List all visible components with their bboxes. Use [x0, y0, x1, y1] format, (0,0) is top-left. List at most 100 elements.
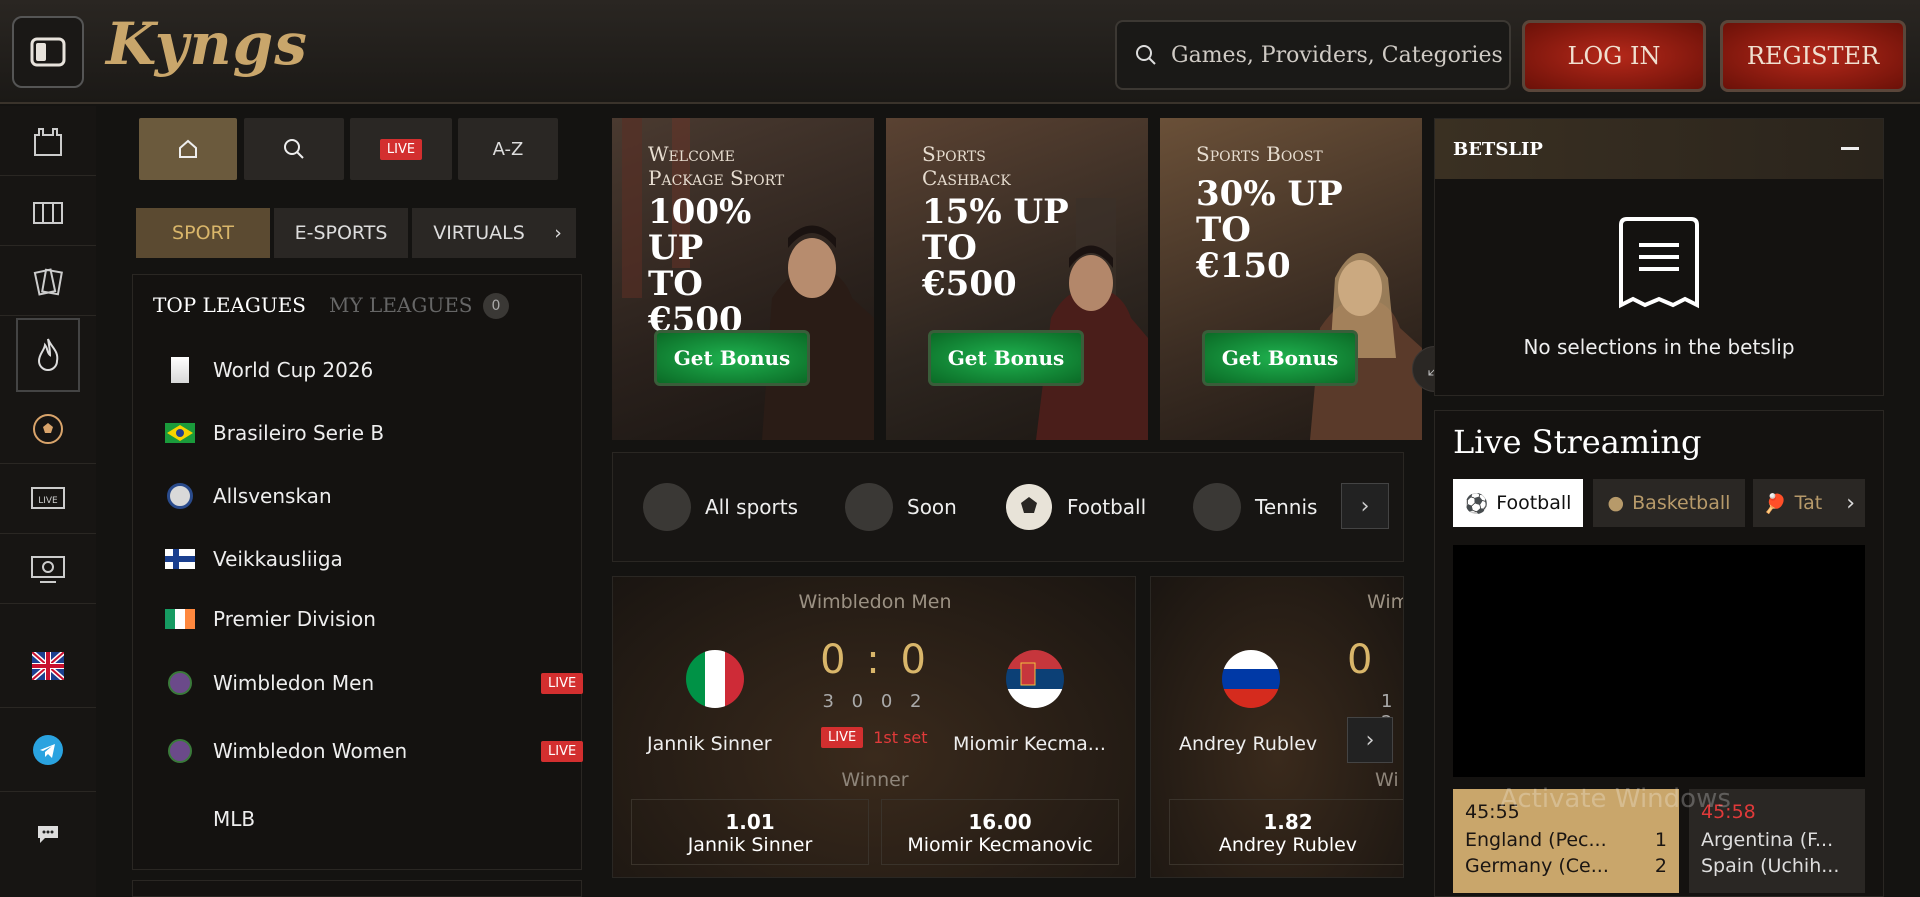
stream-player[interactable] — [1453, 545, 1865, 777]
az-button[interactable]: A-Z — [458, 118, 558, 180]
live-streaming-panel: Live Streaming ⚽ Football ● Basketball 🏓 Ta… — [1434, 410, 1884, 897]
get-bonus-button[interactable]: Get Bonus — [928, 330, 1084, 386]
nav-sports[interactable] — [0, 394, 96, 464]
tab-top-leagues[interactable]: TOP LEAGUES — [153, 293, 306, 317]
banner-offer: 100% UP TO €500 — [648, 192, 752, 340]
chevron-right-icon[interactable]: › — [1846, 491, 1855, 516]
odd-button[interactable]: 1.01 Jannik Sinner — [631, 799, 869, 865]
stream-tab-table-tennis[interactable]: 🏓 Tat › — [1753, 479, 1865, 527]
stream-tab-football[interactable]: ⚽ Football — [1453, 479, 1583, 527]
sports-next-button[interactable]: › — [1341, 483, 1389, 529]
match-next-button[interactable]: › — [1347, 717, 1393, 763]
tab-my-leagues[interactable]: MY LEAGUES — [329, 293, 473, 317]
set-scores: 3 0 0 2 — [822, 691, 928, 712]
logo[interactable]: Kyngs — [106, 10, 308, 78]
register-button[interactable]: REGISTER — [1720, 20, 1906, 92]
league-item[interactable]: World Cup 2026 — [165, 357, 373, 383]
sports-panel: LIVE A-Z SPORT E-SPORTS VIRTUALS › TOP L… — [132, 118, 584, 897]
tabs-next-button[interactable]: › — [540, 208, 576, 258]
nav-virtual[interactable] — [0, 534, 96, 604]
sidebar-icon — [30, 37, 66, 67]
league-name: Premier Division — [213, 607, 376, 631]
home-button[interactable] — [139, 118, 237, 180]
leagues-list: TOP LEAGUES MY LEAGUES 0 World Cup 2026 … — [132, 274, 584, 870]
cards-icon — [33, 267, 63, 296]
league-name: Wimbledon Women — [213, 739, 408, 763]
league-item[interactable]: Premier Division — [165, 607, 376, 631]
match-card[interactable]: Wimble 0 1 2 Andrey Rublev › Wi 1.82Andr… — [1150, 576, 1404, 878]
uk-flag-icon — [32, 651, 64, 680]
sport-football[interactable]: Football — [1005, 483, 1146, 531]
league-name: Allsvenskan — [213, 484, 332, 508]
league-item[interactable]: Allsvenskan — [165, 483, 332, 509]
nav-hot[interactable] — [16, 318, 80, 392]
league-item[interactable]: Wimbledon Men LIVE — [165, 671, 584, 695]
promo-banner-cashback[interactable]: Sports Cashback 15% UP TO €500 Get Bonus — [886, 118, 1148, 440]
sport-all[interactable]: All sports — [643, 483, 798, 531]
football-icon — [33, 413, 63, 444]
live-button[interactable]: LIVE — [350, 118, 452, 180]
banner-offer: 15% UP TO €500 — [922, 192, 1069, 304]
brazil-flag-icon — [165, 423, 195, 443]
allsvenskan-icon — [167, 483, 193, 509]
wimbledon-icon — [168, 671, 192, 695]
get-bonus-button[interactable]: Get Bonus — [654, 330, 810, 386]
match-league: Wimble — [1367, 591, 1403, 613]
match-card[interactable]: Wimbledon Men 0 : 0 3 0 0 2 LIVE 1st set … — [612, 576, 1136, 878]
finland-flag-icon — [165, 549, 195, 569]
tab-virtuals[interactable]: VIRTUALS — [412, 208, 546, 258]
soon-icon — [845, 483, 893, 531]
nav-casino[interactable] — [0, 176, 96, 246]
nav-live[interactable]: LIVE — [0, 464, 96, 534]
all-sports-icon — [643, 483, 691, 531]
mlb-icon — [165, 809, 195, 829]
receipt-icon — [1619, 217, 1699, 309]
football-icon: ⚽ — [1464, 492, 1489, 515]
telegram-icon — [33, 734, 63, 765]
promo-banner-boost[interactable]: Sports Boost 30% UP TO €150 Get Bonus — [1160, 118, 1422, 440]
castle-icon — [34, 127, 62, 156]
live-streaming-title: Live Streaming — [1453, 423, 1702, 461]
nav-cards[interactable] — [0, 246, 96, 316]
league-item[interactable]: Brasileiro Serie B — [165, 421, 384, 445]
match-score: 0 — [1347, 637, 1373, 683]
match-status: LIVE 1st set — [821, 727, 928, 748]
sport-tennis[interactable]: Tennis — [1193, 483, 1317, 531]
search-input[interactable]: Games, Providers, Categories — [1171, 43, 1503, 68]
russia-flag-icon — [1222, 650, 1280, 708]
chat-icon — [38, 826, 58, 843]
login-button[interactable]: LOG IN — [1522, 20, 1706, 92]
league-name: Brasileiro Serie B — [213, 421, 385, 445]
league-name: MLB — [213, 807, 256, 831]
nav-castle[interactable] — [0, 106, 96, 176]
fifa-icon — [171, 357, 189, 383]
sport-soon[interactable]: Soon — [845, 483, 957, 531]
banner-title: Welcome Package Sport — [648, 142, 785, 190]
nav-telegram[interactable] — [0, 708, 96, 792]
live-badge: LIVE — [541, 672, 584, 694]
match-league: Wimbledon Men — [798, 591, 952, 613]
league-item[interactable]: Wimbledon Women LIVE — [165, 739, 584, 763]
promo-banner-welcome[interactable]: Welcome Package Sport 100% UP TO €500 Get… — [612, 118, 874, 440]
league-name: Wimbledon Men — [213, 671, 375, 695]
league-item[interactable]: Veikkausliiga — [165, 547, 343, 571]
odd-button[interactable]: 16.00 Miomir Kecmanovic — [881, 799, 1119, 865]
betslip-empty-text: No selections in the betslip — [1523, 335, 1795, 359]
league-item[interactable]: MLB — [165, 807, 255, 831]
market-label: Winner — [841, 769, 909, 791]
nav-language[interactable] — [0, 624, 96, 708]
search-box[interactable]: Games, Providers, Categories — [1115, 20, 1511, 90]
nav-chat[interactable] — [0, 792, 96, 876]
collapse-icon[interactable] — [1841, 147, 1859, 150]
get-bonus-button[interactable]: Get Bonus — [1202, 330, 1358, 386]
header: Kyngs Games, Providers, Categories LOG I… — [0, 0, 1920, 104]
football-icon — [1006, 484, 1052, 530]
tab-esports[interactable]: E-SPORTS — [274, 208, 408, 258]
odd-button[interactable]: 1.82 Andrey Rublev — [1169, 799, 1403, 865]
tab-sport[interactable]: SPORT — [136, 208, 270, 258]
stream-tab-basketball[interactable]: ● Basketball — [1593, 479, 1745, 527]
table-tennis-icon: 🏓 — [1763, 492, 1787, 515]
search-button[interactable] — [244, 118, 344, 180]
menu-toggle-button[interactable] — [12, 16, 84, 88]
league-name: World Cup 2026 — [213, 358, 374, 382]
